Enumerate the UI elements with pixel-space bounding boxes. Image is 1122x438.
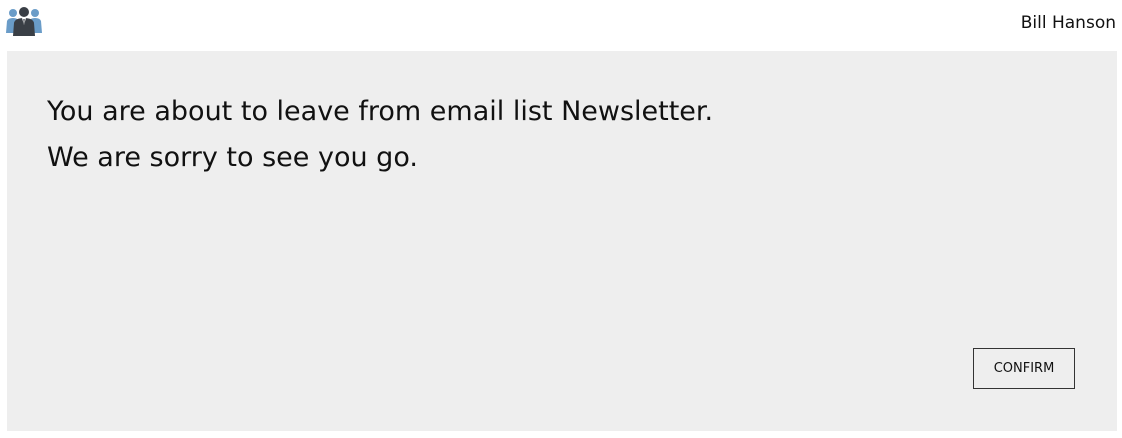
top-bar: Bill Hanson xyxy=(0,0,1122,44)
message-line-2: We are sorry to see you go. xyxy=(47,142,418,173)
user-name[interactable]: Bill Hanson xyxy=(1021,12,1116,34)
unsubscribe-message: You are about to leave from email list N… xyxy=(47,89,713,181)
users-group-icon[interactable] xyxy=(6,5,42,37)
confirm-button[interactable]: CONFIRM xyxy=(973,348,1075,389)
message-line-1: You are about to leave from email list N… xyxy=(47,96,714,127)
unsubscribe-panel: You are about to leave from email list N… xyxy=(7,51,1117,431)
